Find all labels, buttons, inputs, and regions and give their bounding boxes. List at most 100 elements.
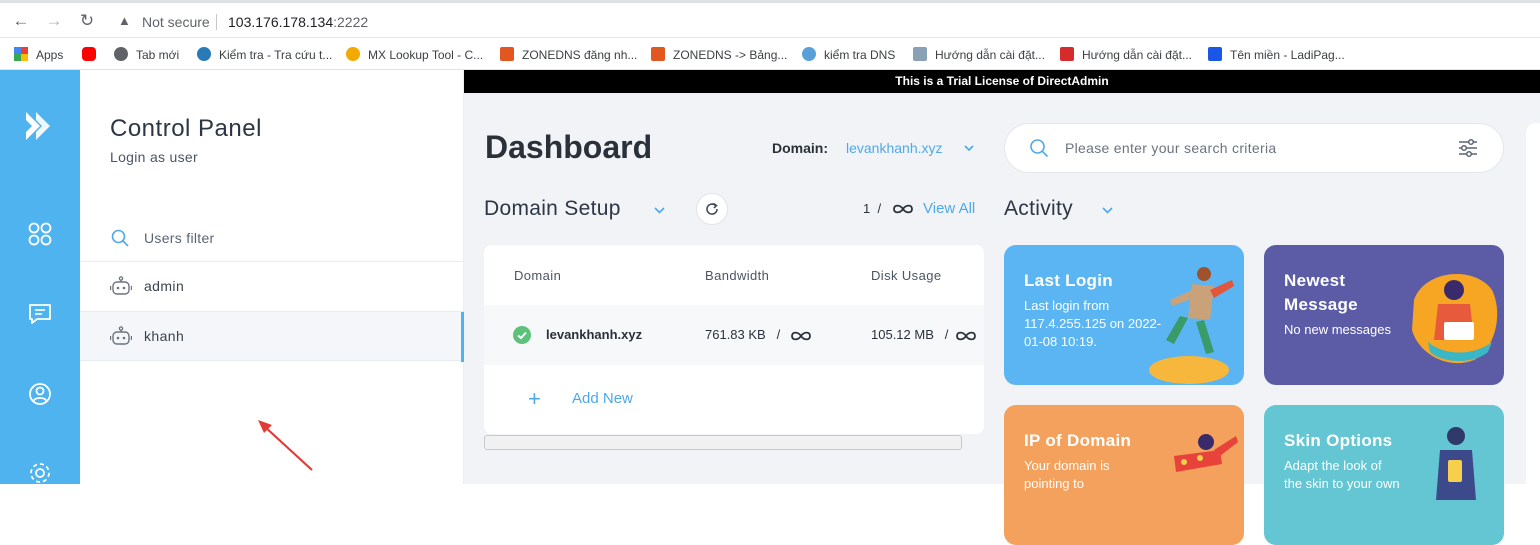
user-item-khanh[interactable]: khanh [80, 311, 464, 362]
bookmark-label: Hướng dẫn cài đặt... [935, 48, 1045, 62]
tile-description-line: Adapt the look of [1284, 458, 1382, 473]
chevron-down-icon[interactable] [964, 145, 974, 152]
address-bar[interactable]: ▲ Not secure 103.176.178.134:2222 [108, 8, 1528, 36]
bookmark-label: MX Lookup Tool - C... [368, 48, 484, 62]
tile-title-line: Message [1284, 295, 1358, 314]
ladipage-icon [1208, 47, 1222, 61]
tile-description-line: pointing to [1024, 476, 1084, 491]
bookmark-kiem-tra[interactable]: Kiểm tra - Tra cứu t... [197, 47, 332, 62]
bookmark-huong-dan-1[interactable]: Hướng dẫn cài đặt... [913, 47, 1045, 62]
column-header-disk-usage[interactable]: Disk Usage [871, 268, 941, 283]
zonedns-icon [651, 47, 665, 61]
icon-rail [0, 70, 80, 484]
activity-heading[interactable]: Activity [1004, 197, 1073, 221]
view-all-link[interactable]: View All [923, 200, 975, 217]
tile-title: Skin Options [1284, 431, 1393, 450]
user-item-admin[interactable]: admin [80, 261, 464, 311]
bookmark-label: Kiểm tra - Tra cứu t... [219, 48, 333, 62]
refresh-button[interactable] [696, 193, 728, 225]
tile-title-line: Newest [1284, 271, 1346, 290]
tile-description-line: Your domain is [1024, 458, 1110, 473]
doc-icon [913, 47, 927, 61]
bookmark-label: Tên miền - LadiPag... [1230, 48, 1345, 62]
bookmark-youtube[interactable] [82, 47, 104, 62]
bookmark-tab-moi[interactable]: Tab mới [114, 47, 179, 62]
horizontal-scrollbar[interactable] [484, 435, 962, 450]
bookmark-label: Hướng dẫn cài đặt... [1082, 48, 1192, 62]
settings-gear-icon[interactable] [27, 460, 53, 486]
warning-icon: ▲ [118, 13, 131, 28]
person-with-phone-illustration [1436, 427, 1476, 500]
chevron-down-icon[interactable] [1102, 207, 1113, 214]
bookmark-zonedns-panel[interactable]: ZONEDNS -> Bảng... [651, 47, 787, 62]
tile-description-line: Last login from [1024, 298, 1110, 313]
bookmark-kiem-tra-dns[interactable]: kiểm tra DNS [802, 47, 895, 62]
tile-description-line: 117.4.255.125 on 2022- [1024, 316, 1162, 331]
user-sidebar: Control Panel Login as user Users filter… [80, 70, 464, 484]
back-icon[interactable]: ← [12, 12, 30, 30]
robot-icon [110, 276, 132, 295]
domain-selector[interactable]: levankhanh.xyz [846, 140, 943, 156]
tile-title: Last Login [1024, 271, 1113, 290]
running-person-illustration [1149, 267, 1234, 384]
bookmark-apps[interactable]: Apps [14, 47, 63, 62]
forward-icon[interactable]: → [45, 12, 63, 30]
tile-title: Newest Message [1284, 269, 1358, 317]
search-icon [1030, 139, 1049, 158]
address-separator [216, 14, 217, 30]
filter-sliders-icon[interactable] [1457, 137, 1479, 159]
domain-name-link[interactable]: levankhanh.xyz [546, 327, 642, 342]
wordpress-icon [197, 47, 211, 61]
column-header-domain[interactable]: Domain [514, 268, 561, 283]
dashboard-icon[interactable] [27, 221, 53, 247]
refresh-icon [706, 202, 718, 215]
bookmark-ladipage[interactable]: Tên miền - LadiPag... [1208, 47, 1345, 62]
page-title: Dashboard [485, 129, 653, 165]
search-input[interactable]: Please enter your search criteria [1004, 123, 1504, 173]
column-header-bandwidth[interactable]: Bandwidth [705, 268, 769, 283]
newest-message-tile[interactable]: Newest Message No new messages [1264, 245, 1504, 385]
bookmark-zonedns-login[interactable]: ZONEDNS đăng nh... [500, 47, 637, 62]
account-icon[interactable] [27, 381, 53, 407]
disk-used: 105.12 MB [871, 327, 934, 342]
sidebar-title: Control Panel [110, 115, 262, 142]
domain-setup-heading[interactable]: Domain Setup [484, 197, 621, 221]
bookmark-mx-lookup[interactable]: MX Lookup Tool - C... [346, 47, 483, 62]
browser-toolbar: ← → ↻ ▲ Not secure 103.176.178.134:2222 [0, 0, 1540, 38]
flying-person-illustration [1174, 434, 1238, 472]
bookmark-huong-dan-2[interactable]: Hướng dẫn cài đặt... [1060, 47, 1192, 62]
tab-strip [0, 0, 1540, 3]
bookmarks-bar: Apps Tab mới Kiểm tra - Tra cứu t... MX … [0, 38, 1540, 70]
dns-icon [802, 47, 816, 61]
ip-of-domain-tile[interactable]: IP of Domain Your domain is pointing to [1004, 405, 1244, 545]
last-login-tile[interactable]: Last Login Last login from 117.4.255.125… [1004, 245, 1244, 385]
skin-options-tile[interactable]: Skin Options Adapt the look of the skin … [1264, 405, 1504, 545]
url-port: :2222 [333, 14, 369, 30]
add-new-button[interactable]: Add New [572, 390, 633, 407]
bookmark-label: Apps [36, 48, 64, 62]
tile-description-line: the skin to your own [1284, 476, 1400, 491]
users-filter-placeholder: Users filter [144, 230, 215, 246]
domain-label: Domain: [772, 140, 828, 156]
directadmin-logo-icon[interactable] [22, 108, 58, 144]
right-panel-edge [1526, 123, 1540, 484]
infinity-icon [956, 331, 976, 341]
search-placeholder: Please enter your search criteria [1065, 140, 1277, 156]
messages-icon[interactable] [27, 301, 53, 327]
reload-icon[interactable]: ↻ [78, 12, 96, 30]
bookmark-label: ZONEDNS -> Bảng... [673, 48, 788, 62]
plus-icon[interactable]: + [528, 386, 541, 412]
url-text[interactable]: 103.176.178.134:2222 [228, 14, 368, 30]
disk-usage-value: 105.12 MB / [871, 327, 948, 342]
user-name: admin [144, 278, 185, 294]
url-host: 103.176.178.134 [228, 14, 334, 30]
tile-description-line: 01-08 10:19. [1024, 334, 1098, 349]
main-content: This is a Trial License of DirectAdmin D… [464, 70, 1540, 545]
tile-title: IP of Domain [1024, 431, 1132, 450]
table-row[interactable]: levankhanh.xyz 761.83 KB / 105.12 MB / [484, 305, 984, 365]
users-filter-input[interactable]: Users filter [110, 225, 464, 261]
check-circle-icon [513, 326, 531, 344]
zonedns-icon [500, 47, 514, 61]
chevron-down-icon[interactable] [654, 207, 665, 214]
disk-separator: / [944, 327, 949, 342]
